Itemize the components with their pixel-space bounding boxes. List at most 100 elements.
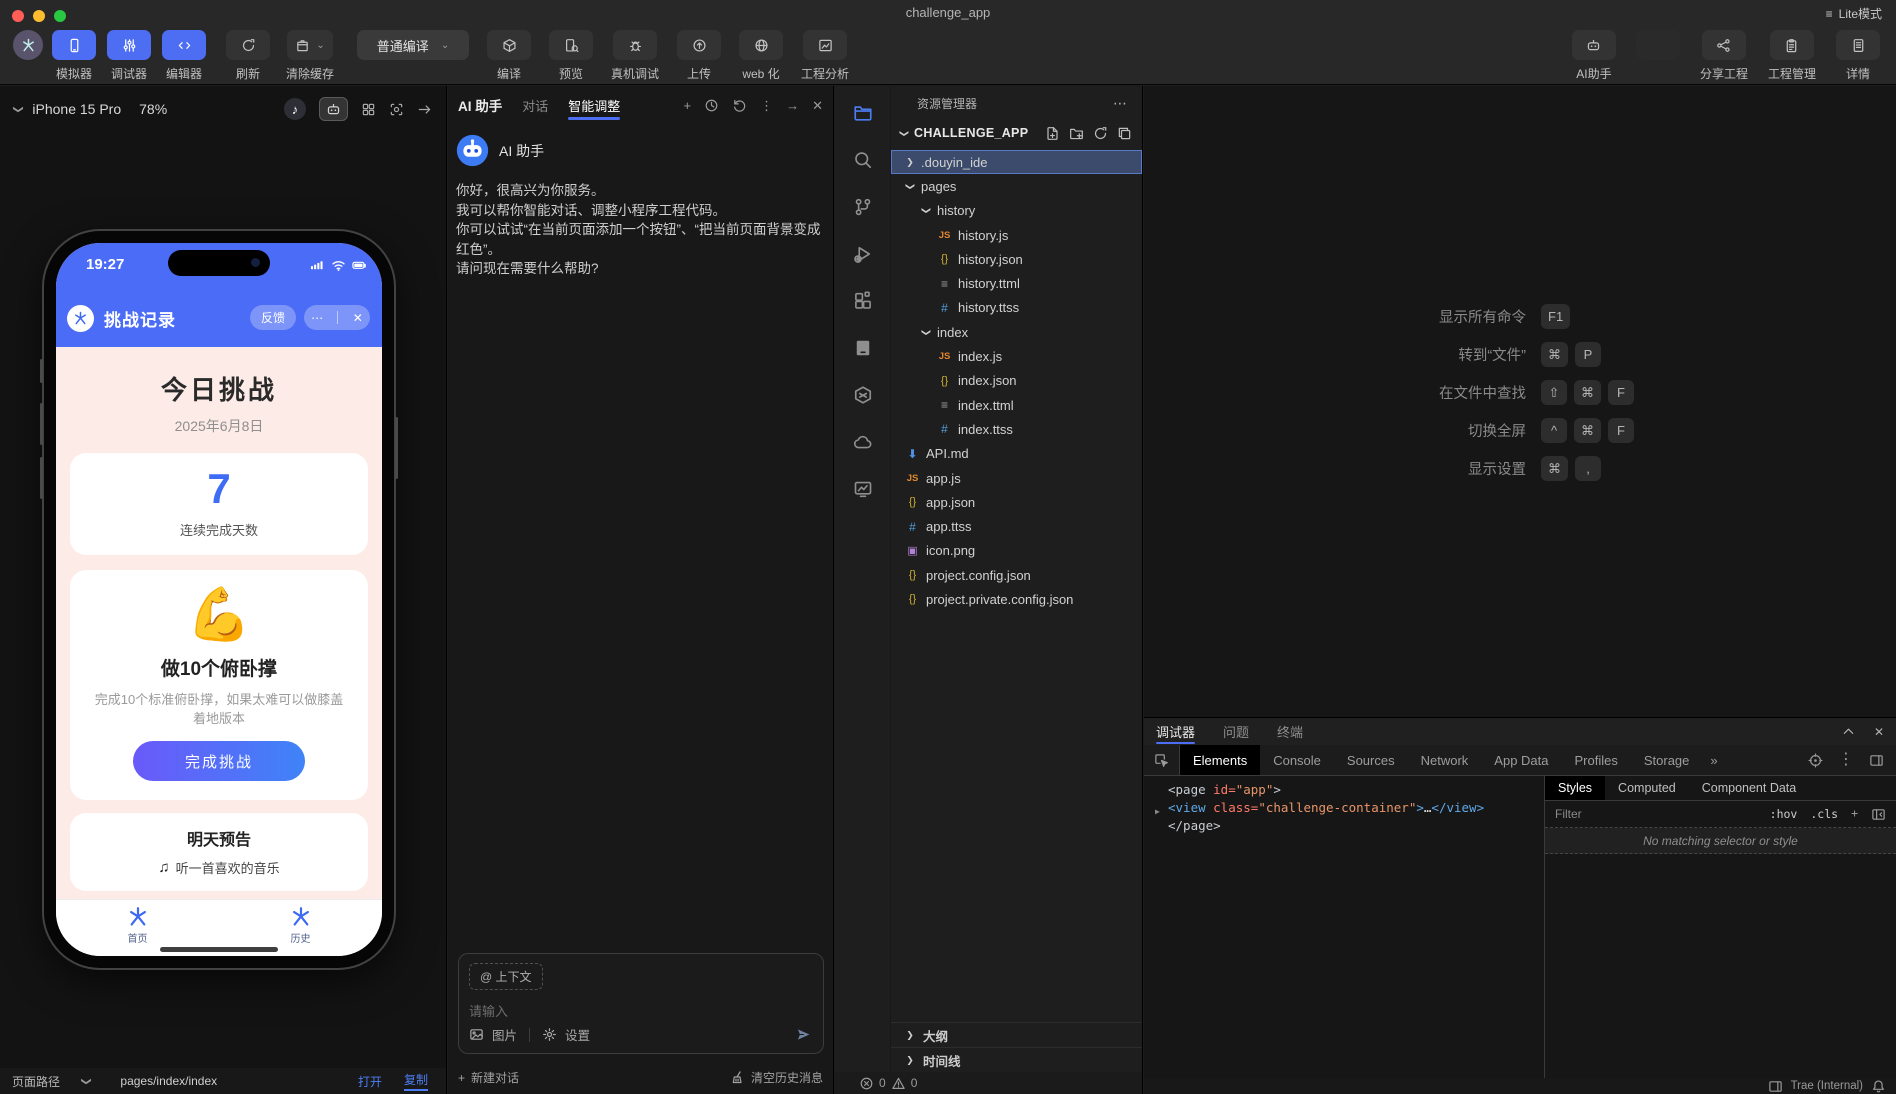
toolbar-button-工程管理[interactable]: 工程管理 — [1768, 30, 1816, 82]
activity-search[interactable] — [852, 149, 874, 171]
close-miniapp-button[interactable]: ✕ — [353, 311, 363, 325]
tree-item-history.ttml[interactable]: ≡ history.ttml — [891, 271, 1142, 295]
styles-tab-styles[interactable]: Styles — [1545, 776, 1606, 800]
expand-panel-icon[interactable] — [1841, 724, 1856, 739]
toolbar-button-详情[interactable]: 详情 — [1836, 30, 1880, 82]
history-icon[interactable] — [704, 98, 719, 113]
tree-item-index.ttml[interactable]: ≡ index.ttml — [891, 393, 1142, 417]
debugger-tab-终端[interactable]: 终端 — [1277, 718, 1303, 745]
multi-device-button[interactable] — [361, 102, 376, 117]
toolbar-button-预览[interactable]: 预览 — [549, 30, 593, 82]
context-chip[interactable]: @ 上下文 — [469, 963, 543, 990]
timeline-section[interactable]: ❯ 时间线 — [891, 1047, 1142, 1072]
devtools-tab-profiles[interactable]: Profiles — [1562, 745, 1631, 775]
image-icon[interactable] — [469, 1027, 484, 1042]
toolbar-button-真机调试[interactable]: 真机调试 — [611, 30, 659, 82]
activity-notebook[interactable] — [852, 337, 874, 359]
close-debugger-icon[interactable]: ✕ — [1874, 726, 1884, 738]
zoom-level[interactable]: 78% — [139, 101, 167, 117]
send-icon[interactable] — [796, 1027, 811, 1042]
styles-tab-component-data[interactable]: Component Data — [1689, 776, 1810, 800]
tab-chat[interactable]: 对话 — [522, 86, 548, 124]
tree-item-pages[interactable]: ❯ pages — [891, 174, 1142, 198]
tree-item-icon.png[interactable]: ▣ icon.png — [891, 539, 1142, 563]
feedback-button[interactable]: 反馈 — [249, 305, 296, 330]
reset-icon[interactable] — [732, 98, 747, 113]
lite-mode-toggle[interactable]: ≡ Lite模式 — [1826, 5, 1882, 22]
activity-extensions[interactable] — [852, 290, 874, 312]
tree-item-app.js[interactable]: JS app.js — [891, 466, 1142, 490]
ai-inspect-button[interactable] — [319, 97, 348, 121]
toolbar-button-工程分析[interactable]: 工程分析 — [801, 30, 849, 82]
devtools-tab-network[interactable]: Network — [1408, 745, 1482, 775]
devtools-tab-console[interactable]: Console — [1260, 745, 1334, 775]
gear-icon[interactable] — [542, 1027, 557, 1042]
tree-item-index.ttss[interactable]: # index.ttss — [891, 417, 1142, 441]
new-chat-button[interactable]: 新建对话 — [471, 1069, 519, 1086]
toggle-class-button[interactable]: .cls — [1810, 807, 1838, 821]
activity-files[interactable] — [852, 102, 874, 124]
tree-item-API.md[interactable]: ⬇ API.md — [891, 442, 1142, 466]
activity-run-debug[interactable] — [852, 243, 874, 265]
tree-item-.douyin_ide[interactable]: ❯ .douyin_ide — [891, 150, 1142, 175]
explorer-more-icon[interactable]: ⋯ — [1113, 95, 1128, 112]
device-select[interactable]: iPhone 15 Pro — [32, 101, 121, 117]
compile-mode-select[interactable]: 普通编译 ⌄ — [357, 30, 469, 60]
code-line[interactable]: <page id="app"> — [1168, 781, 1544, 799]
more-tabs-button[interactable]: » — [1702, 745, 1725, 775]
refresh-explorer-icon[interactable] — [1093, 126, 1108, 141]
ai-input-placeholder[interactable]: 请输入 — [469, 1001, 813, 1020]
user-avatar[interactable] — [13, 30, 43, 60]
inspect-settings-icon[interactable] — [1808, 753, 1823, 768]
close-panel-icon[interactable]: ✕ — [812, 99, 823, 112]
new-style-rule-icon[interactable]: + — [1851, 808, 1858, 820]
outline-section[interactable]: ❯ 大纲 — [891, 1022, 1142, 1047]
tree-item-index.json[interactable]: {} index.json — [891, 369, 1142, 393]
code-line[interactable]: </page> — [1168, 817, 1544, 835]
dock-side-icon[interactable] — [1869, 753, 1884, 768]
elements-tree[interactable]: <page id="app"> ▶ <view class="challenge-c… — [1144, 776, 1545, 1078]
settings-button[interactable]: 设置 — [565, 1025, 590, 1044]
tree-item-index[interactable]: ❯ index — [891, 320, 1142, 344]
toolbar-button-上传[interactable]: 上传 — [677, 30, 722, 82]
douyin-app-icon[interactable]: ♪ — [284, 98, 306, 120]
activity-source-control[interactable] — [852, 196, 874, 218]
toolbar-button-编译[interactable]: 编译 — [487, 30, 531, 82]
screenshot-button[interactable] — [389, 102, 404, 117]
toggle-hover-button[interactable]: :hov — [1770, 807, 1798, 821]
styles-tab-computed[interactable]: Computed — [1605, 776, 1689, 800]
toolbar-button-分享工程[interactable]: 分享工程 — [1700, 30, 1748, 82]
activity-cloud[interactable] — [852, 431, 874, 453]
problems-status[interactable]: 0 0 — [835, 1072, 1142, 1094]
tree-item-history.js[interactable]: JS history.js — [891, 223, 1142, 247]
toolbar-button-web 化[interactable]: web 化 — [739, 30, 784, 82]
tree-item-app.ttss[interactable]: # app.ttss — [891, 514, 1142, 538]
more-button[interactable]: ⋯ — [311, 311, 323, 325]
sidebar-toggle-icon[interactable] — [1871, 807, 1886, 822]
collapse-all-icon[interactable] — [1117, 126, 1132, 141]
devtools-tab-app-data[interactable]: App Data — [1481, 745, 1561, 775]
devtools-tab-storage[interactable]: Storage — [1631, 745, 1703, 775]
image-button[interactable]: 图片 — [492, 1025, 517, 1044]
chevron-down-icon[interactable]: ❯ — [81, 1077, 92, 1085]
debugger-tab-问题[interactable]: 问题 — [1223, 718, 1249, 745]
tree-item-history.json[interactable]: {} history.json — [891, 247, 1142, 271]
bell-icon[interactable] — [1871, 1079, 1886, 1094]
toolbar-button-disabled[interactable] — [1635, 30, 1680, 65]
chevron-down-icon[interactable]: ❯ — [13, 105, 24, 113]
toolbar-button-清除缓存[interactable]: ⌄ 清除缓存 — [286, 30, 334, 82]
tree-item-history[interactable]: ❯ history — [891, 199, 1142, 223]
clear-history-button[interactable]: 清空历史消息 — [751, 1069, 823, 1086]
detach-simulator-button[interactable] — [417, 102, 432, 117]
devtools-tab-elements[interactable]: Elements — [1180, 745, 1261, 775]
debugger-tab-调试器[interactable]: 调试器 — [1156, 718, 1196, 745]
tree-item-app.json[interactable]: {} app.json — [891, 490, 1142, 514]
inspect-element-button[interactable] — [1144, 745, 1180, 775]
devtools-tab-sources[interactable]: Sources — [1334, 745, 1408, 775]
toolbar-button-模拟器[interactable]: 模拟器 — [52, 30, 96, 82]
new-session-icon[interactable]: + — [684, 99, 692, 112]
code-line[interactable]: ▶ <view class="challenge-container">…</vi… — [1155, 799, 1544, 817]
open-path-button[interactable]: 打开 — [358, 1073, 382, 1090]
environment-label[interactable]: Trae (Internal) — [1791, 1080, 1863, 1092]
filter-input[interactable]: Filter — [1555, 807, 1582, 821]
